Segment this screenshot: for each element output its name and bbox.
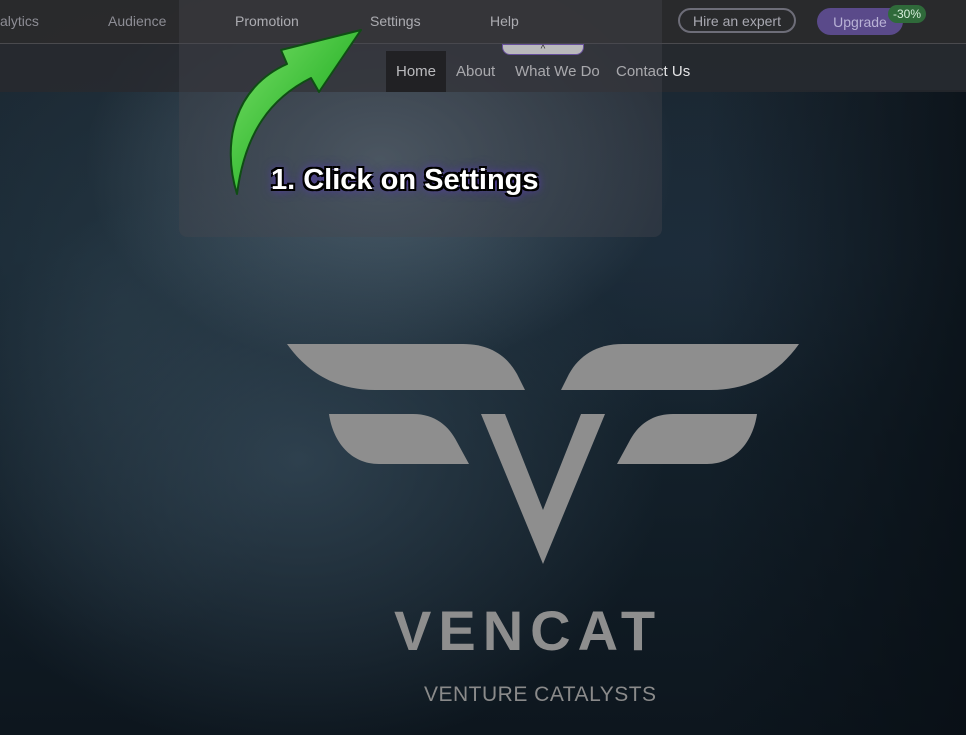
tutorial-instruction-text: 1. Click on Settings [271,164,539,196]
tab-audience[interactable]: Audience [108,13,166,29]
hire-an-expert-button[interactable]: Hire an expert [678,8,796,33]
tab-analytics[interactable]: alytics [0,13,39,29]
brand-tagline: VENTURE CATALYSTS [424,683,657,706]
upgrade-label: Upgrade [833,13,887,30]
discount-badge: -30% [888,5,926,23]
brand-name: VENCAT [394,599,663,662]
vencat-logo-icon [287,344,799,564]
